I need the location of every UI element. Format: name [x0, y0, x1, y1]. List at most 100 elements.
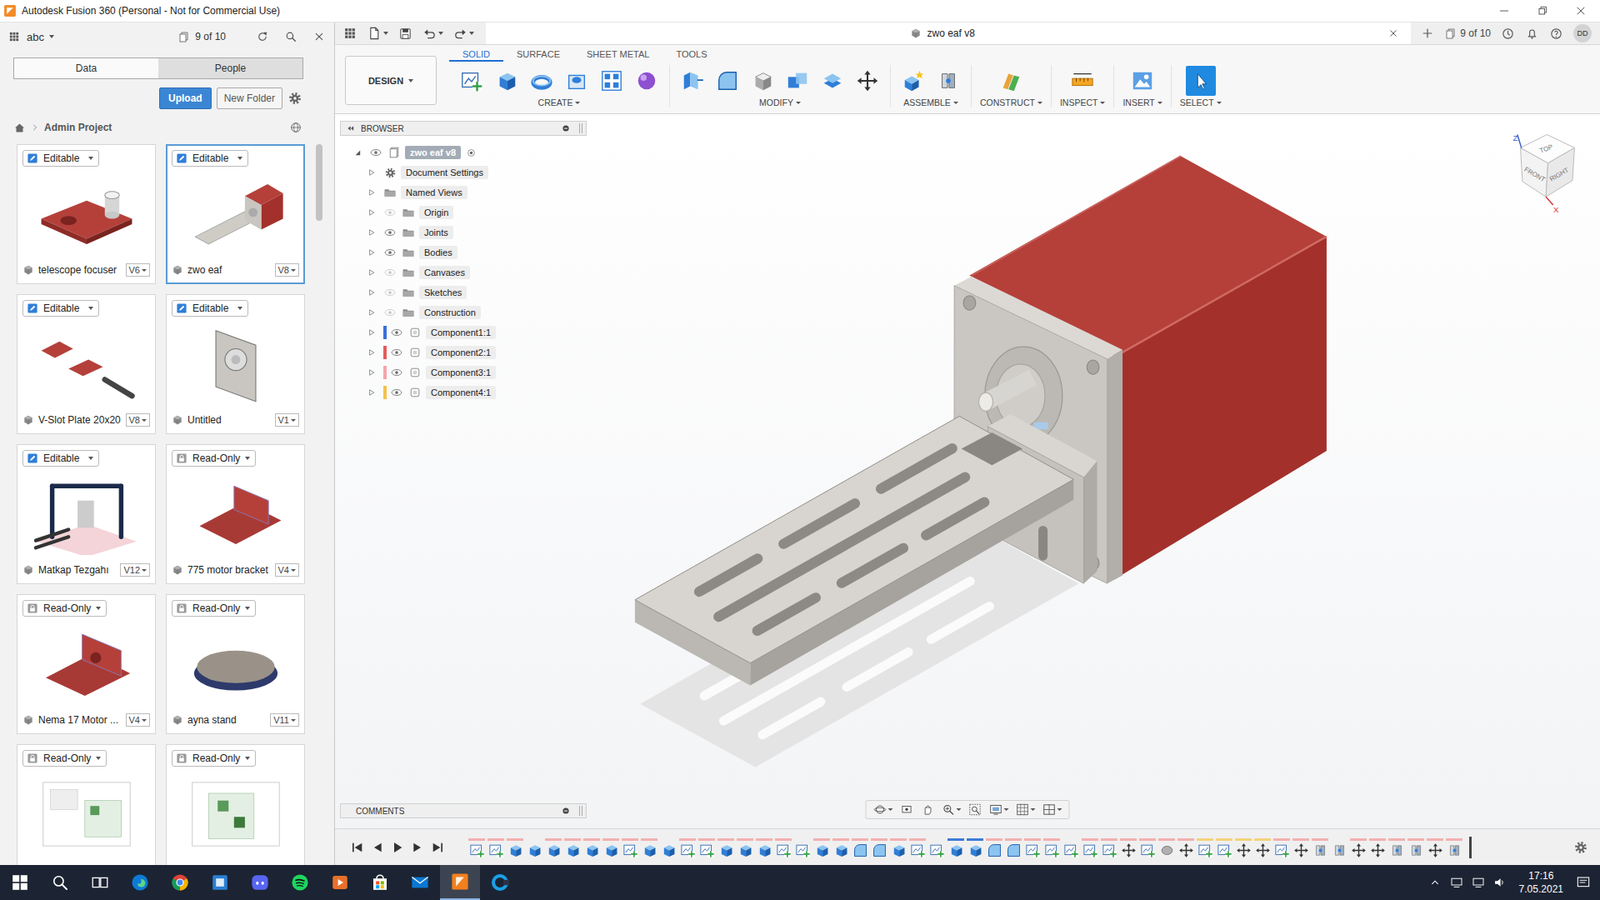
- taskbar-button[interactable]: [80, 865, 120, 900]
- group-menu[interactable]: CREATE: [535, 97, 585, 108]
- expand-icon[interactable]: [366, 347, 377, 358]
- home-icon[interactable]: [13, 121, 26, 135]
- browser-node[interactable]: Bodies: [340, 242, 587, 263]
- group-menu[interactable]: INSERT: [1119, 97, 1165, 108]
- navigation-tool[interactable]: [987, 802, 1011, 817]
- timeline-feature[interactable]: [832, 838, 850, 859]
- model-viewport[interactable]: TOPFRONTRIGHTZX: [335, 114, 1600, 829]
- tool-button[interactable]: [1125, 65, 1160, 96]
- timeline-feature[interactable]: [602, 838, 620, 859]
- dropdown-caret[interactable]: [49, 35, 55, 39]
- browser-root[interactable]: zwo eaf v8: [340, 142, 587, 163]
- timeline-feature[interactable]: [1311, 838, 1329, 859]
- tool-button[interactable]: [930, 65, 966, 96]
- expand-icon[interactable]: [366, 307, 377, 318]
- taskbar-button[interactable]: [240, 865, 280, 900]
- taskbar-button[interactable]: [120, 865, 160, 900]
- timeline-feature[interactable]: [928, 838, 945, 859]
- timeline-feature[interactable]: [1139, 838, 1156, 859]
- upload-button[interactable]: Upload: [159, 87, 212, 110]
- version-dropdown[interactable]: V4: [125, 713, 150, 727]
- timeline-feature[interactable]: [698, 838, 715, 859]
- timeline-feature[interactable]: [1100, 838, 1118, 859]
- clock[interactable]: 17:167.05.2021: [1514, 869, 1569, 896]
- close-tab-icon[interactable]: [1387, 27, 1400, 40]
- timeline-feature[interactable]: [564, 838, 581, 859]
- project-selector[interactable]: abc: [26, 30, 45, 44]
- bracket[interactable]: [635, 414, 1098, 686]
- grid-icon[interactable]: [8, 30, 20, 43]
- taskbar-button[interactable]: [480, 865, 520, 900]
- restore-button[interactable]: [1523, 0, 1562, 22]
- taskbar-button[interactable]: [0, 865, 40, 900]
- tool-button[interactable]: [895, 65, 931, 96]
- chevron-up-icon[interactable]: [1427, 875, 1443, 890]
- group-menu[interactable]: ASSEMBLE: [900, 97, 962, 108]
- new-folder-button[interactable]: New Folder: [216, 87, 283, 110]
- ribbon-tab[interactable]: SHEET METAL: [573, 47, 663, 62]
- taskbar-button[interactable]: [400, 865, 440, 900]
- access-dropdown[interactable]: Editable: [22, 300, 100, 317]
- timeline-feature[interactable]: [640, 838, 658, 859]
- navigation-tool[interactable]: [919, 802, 937, 817]
- expand-icon[interactable]: [366, 247, 377, 258]
- visibility-icon[interactable]: [383, 285, 397, 300]
- navigation-tool[interactable]: [1040, 802, 1065, 817]
- timeline-feature[interactable]: [890, 838, 907, 859]
- timeline-feature[interactable]: [851, 838, 869, 859]
- design-card[interactable]: EditableMatkap TezgahıV12: [16, 444, 156, 585]
- tool-button[interactable]: [710, 65, 745, 96]
- design-card[interactable]: Read-OnlyNema 17 Motor ...V4: [16, 594, 156, 735]
- access-dropdown[interactable]: Editable: [22, 150, 100, 167]
- first-icon[interactable]: [349, 839, 366, 856]
- browser-node[interactable]: Component4:1: [340, 382, 587, 403]
- view-cube-face[interactable]: FRONT: [1523, 165, 1547, 185]
- navigation-tool[interactable]: [871, 802, 895, 817]
- taskbar-button[interactable]: [40, 865, 80, 900]
- browser-node[interactable]: Named Views: [340, 182, 587, 203]
- browser-node[interactable]: Canvases: [340, 262, 587, 283]
- timeline-feature[interactable]: [1445, 838, 1463, 859]
- timeline-feature[interactable]: [1196, 838, 1214, 859]
- tool-button[interactable]: [780, 65, 815, 96]
- timeline-feature[interactable]: [621, 838, 639, 859]
- timeline-feature[interactable]: [909, 838, 926, 859]
- browser-node[interactable]: Joints: [340, 222, 587, 243]
- timeline-feature[interactable]: [1254, 838, 1271, 859]
- expand-icon[interactable]: [366, 267, 377, 278]
- version-dropdown[interactable]: V8: [125, 413, 150, 427]
- timeline-feature[interactable]: [775, 838, 792, 859]
- timeline-feature[interactable]: [1369, 838, 1386, 859]
- tool-button[interactable]: [850, 65, 885, 96]
- timeline-marker[interactable]: [1469, 836, 1472, 859]
- timeline-feature[interactable]: [794, 838, 811, 859]
- expand-icon[interactable]: [366, 227, 377, 238]
- minimize-button[interactable]: [1485, 0, 1524, 22]
- bell-icon[interactable]: [1525, 26, 1540, 41]
- version-dropdown[interactable]: V1: [275, 413, 300, 427]
- group-menu[interactable]: INSPECT: [1056, 97, 1110, 108]
- group-menu[interactable]: MODIFY: [755, 97, 805, 108]
- timeline-feature[interactable]: [487, 838, 505, 859]
- tool-button[interactable]: [1065, 65, 1100, 96]
- refresh-icon[interactable]: [255, 30, 270, 44]
- timeline-feature[interactable]: [1330, 838, 1348, 859]
- volume-icon[interactable]: [1492, 875, 1508, 890]
- grid-icon[interactable]: [343, 26, 357, 40]
- access-dropdown[interactable]: Read-Only: [171, 450, 256, 467]
- tool-button[interactable]: [559, 65, 595, 96]
- timeline-feature[interactable]: [1388, 838, 1405, 859]
- design-card[interactable]: EditableUntitledV1: [165, 294, 305, 435]
- browser-header[interactable]: BROWSER: [340, 120, 587, 136]
- design-card[interactable]: Read-Onlyayna standV11: [165, 594, 305, 735]
- view-cube-face[interactable]: TOP: [1538, 143, 1554, 155]
- scrollbar-thumb[interactable]: [315, 144, 323, 221]
- timeline-feature[interactable]: [525, 838, 543, 859]
- access-dropdown[interactable]: Editable: [171, 300, 249, 317]
- timeline-feature[interactable]: [966, 838, 984, 859]
- timeline-feature[interactable]: [985, 838, 1003, 859]
- navigation-tool[interactable]: [898, 802, 916, 817]
- timeline-feature[interactable]: [468, 838, 485, 859]
- browser-node[interactable]: Origin: [340, 202, 587, 223]
- version-dropdown[interactable]: V8: [275, 263, 300, 277]
